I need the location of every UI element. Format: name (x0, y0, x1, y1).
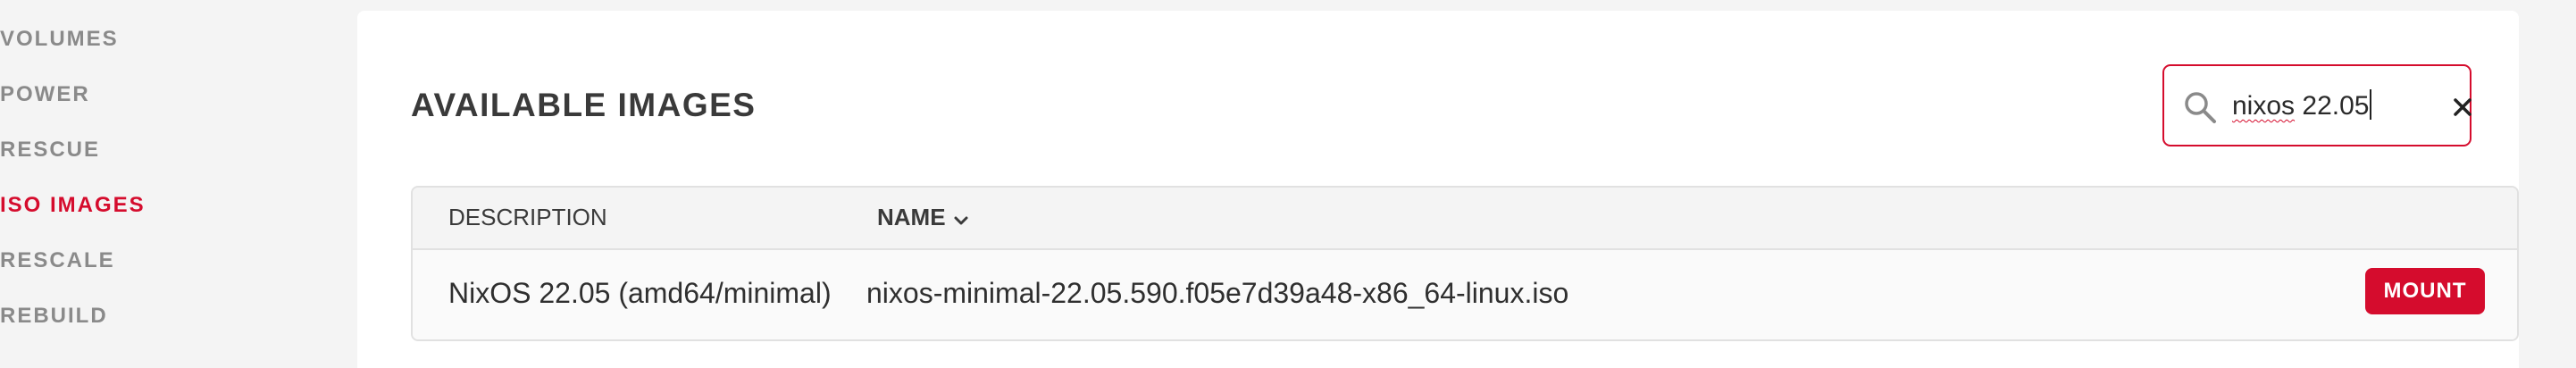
column-header-description: DESCRIPTION (448, 204, 607, 230)
sidebar-item-rescale[interactable]: RESCALE (0, 248, 115, 273)
mount-button[interactable]: MOUNT (2365, 268, 2485, 314)
search-value-word: nixos (2232, 91, 2296, 121)
column-header-name[interactable]: NAME (877, 204, 969, 231)
table-row: NixOS 22.05 (amd64/minimal) nixos-minima… (413, 250, 2517, 339)
column-header-name-label: NAME (877, 204, 946, 230)
page-title: AVAILABLE IMAGES (411, 87, 757, 123)
table-header: DESCRIPTION NAME (413, 188, 2517, 250)
sidebar-item-power[interactable]: POWER (0, 82, 90, 107)
sidebar: VOLUMES POWER RESCUE ISO IMAGES RESCALE … (0, 0, 357, 357)
sidebar-item-rescue[interactable]: RESCUE (0, 138, 100, 163)
close-icon[interactable] (2450, 95, 2475, 120)
sidebar-item-rebuild[interactable]: REBUILD (0, 304, 108, 329)
row-name: nixos-minimal-22.05.590.f05e7d39a48-x86_… (866, 277, 1569, 309)
main-panel: AVAILABLE IMAGES nixos 22.05 DESCRIPTION… (357, 11, 2519, 368)
sidebar-item-iso-images[interactable]: ISO IMAGES (0, 193, 146, 218)
chevron-down-icon (954, 216, 968, 225)
search-value-rest: 22.05 (2295, 91, 2370, 121)
images-table: DESCRIPTION NAME NixOS 22.05 (amd64/mini… (411, 186, 2519, 341)
search-value: nixos 22.05 (2232, 89, 2372, 121)
sidebar-item-volumes[interactable]: VOLUMES (0, 27, 119, 52)
text-caret (2370, 89, 2372, 120)
search-icon (2185, 92, 2216, 123)
row-description: NixOS 22.05 (amd64/minimal) (448, 277, 832, 309)
search-input[interactable]: nixos 22.05 (2162, 64, 2471, 146)
